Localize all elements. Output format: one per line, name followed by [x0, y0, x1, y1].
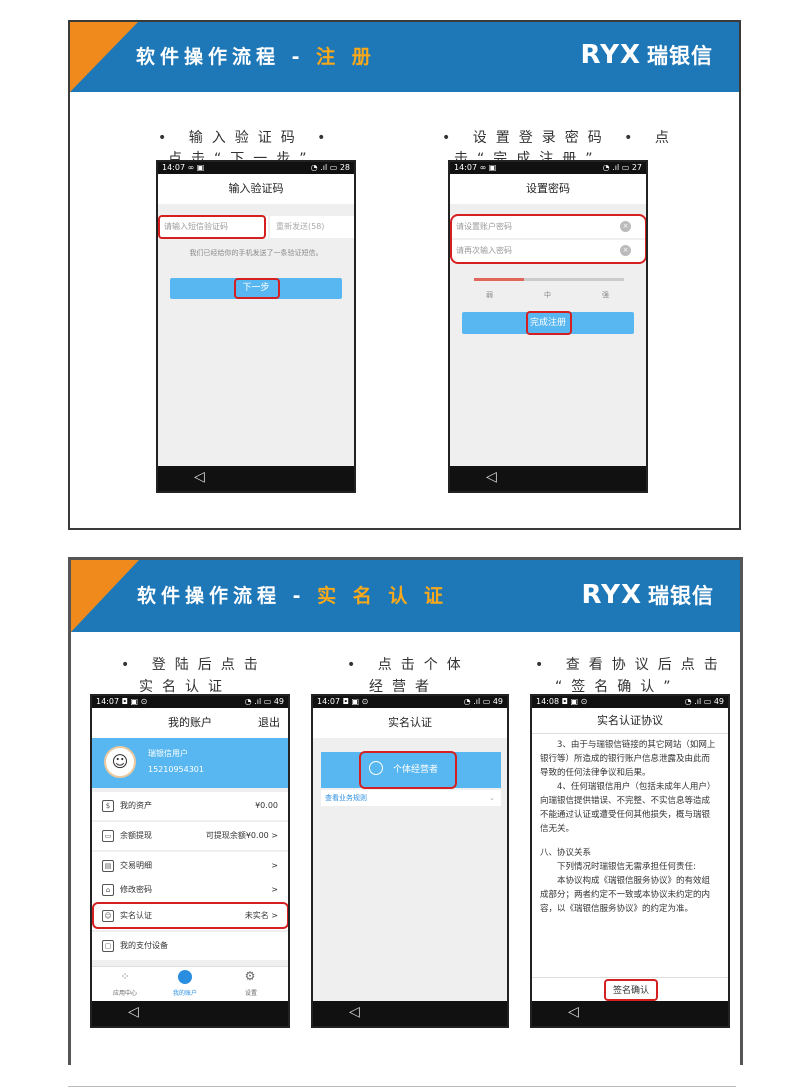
phone-my-account: 14:07 ◘ ▣ ⊙ ◔ .ıl ▭ 49 我的账户 退出 ☺ 瑞银信用户 15… [90, 694, 290, 1028]
header-accent-triangle [70, 22, 138, 92]
row-label: 我的支付设备 [120, 941, 168, 950]
phone-set-password: 14:07 ∞ ▣ ◔ .ıl ▭ 27 设置密码 请设置账户密码 × 请再次输入… [448, 160, 648, 493]
back-icon[interactable]: ◁ [568, 1004, 579, 1020]
bullet-login: • 登陆后点击 [121, 657, 267, 673]
avatar: ☺ [104, 746, 136, 778]
highlight-box [158, 215, 266, 239]
slide-header: 软件操作流程 - 实 名 认 证 RYX 瑞银信 [71, 560, 740, 632]
slide-header: 软件操作流程 - 注 册 RYX 瑞银信 [70, 22, 739, 92]
phone-verify-code: 14:07 ∞ ▣ ◔ .ıl ▭ 28 输入验证码 请输入短信验证码 重新发送(… [156, 160, 356, 493]
tab-my-account[interactable]: 我的账户 [164, 988, 206, 997]
tab-app-center[interactable]: 应用中心 [104, 988, 146, 997]
bullet-enter-code: • 输入验证码 • [158, 130, 335, 146]
account-menu-row[interactable]: ▭ 余额提现 可提现余额¥0.00 > [92, 822, 288, 850]
slide-real-name-auth: 软件操作流程 - 实 名 认 证 RYX 瑞银信 • 登陆后点击 实名认证 • 点… [68, 557, 743, 1065]
strength-weak-label: 弱 [486, 291, 493, 299]
android-nav-bar: ◁ [532, 1001, 728, 1026]
strength-fill [474, 278, 524, 281]
row-icon: ⌂ [102, 884, 114, 896]
sms-hint: 我们已经给你的手机发送了一条验证短信。 [189, 249, 323, 257]
page-title: 实名认证协议 [532, 708, 728, 734]
chevron-down-icon: ⌄ [489, 794, 495, 802]
row-icon: ▭ [102, 830, 114, 842]
bullet-set-password: • 设置登录密码 • 点 [442, 130, 678, 146]
back-icon[interactable]: ◁ [349, 1004, 360, 1020]
page-title: 输入验证码 [158, 174, 354, 204]
logout-button[interactable]: 退出 [258, 708, 280, 738]
ryx-logo: RYX 瑞银信 [581, 580, 714, 610]
back-icon[interactable]: ◁ [194, 469, 205, 485]
user-banner: ☺ 瑞银信用户 15210954301 [92, 738, 288, 788]
row-value: > [271, 885, 278, 894]
user-name: 瑞银信用户 [148, 749, 188, 758]
agreement-section-title: 八、协议关系 [540, 848, 592, 858]
bullet-sign: • 查看协议后点击 [535, 657, 727, 673]
account-menu-row[interactable]: $ 我的资产 ¥0.00 [92, 792, 288, 820]
slide-register: 软件操作流程 - 注 册 RYX 瑞银信 • 输入验证码 • 点击“下一步” • … [68, 20, 741, 530]
android-nav-bar: ◁ [313, 1001, 507, 1026]
strength-mid-label: 中 [544, 291, 551, 299]
slide-title: 软件操作流程 - 实 名 认 证 [137, 585, 448, 607]
page-rule [68, 1086, 736, 1087]
sign-confirm-button[interactable]: 签名确认 [604, 979, 658, 1001]
row-label: 我的资产 [120, 801, 152, 810]
highlight-box [234, 278, 280, 299]
android-nav-bar: ◁ [450, 466, 646, 491]
back-icon[interactable]: ◁ [486, 469, 497, 485]
row-icon: ▤ [102, 860, 114, 872]
apps-icon[interactable]: ⁘ [110, 970, 140, 983]
header-accent-triangle [71, 560, 139, 632]
account-icon[interactable] [178, 970, 192, 984]
android-nav-bar: ◁ [158, 466, 354, 491]
page-title: 设置密码 [450, 174, 646, 204]
row-icon: $ [102, 800, 114, 812]
agreement-paragraph: 下列情况时瑞银信无需承担任何责任: [557, 862, 696, 872]
gear-icon[interactable]: ⚙ [240, 969, 260, 983]
status-bar: 14:08 ◘ ▣ ⊙ ◔ .ıl ▭ 49 [532, 696, 728, 708]
strength-strong-label: 强 [602, 291, 609, 299]
ryx-logo: RYX 瑞银信 [580, 40, 713, 70]
account-menu-row[interactable]: ⌂ 修改密码 > [92, 876, 288, 904]
bullet-individual: • 点击个体 [347, 657, 470, 673]
slide-title: 软件操作流程 - 注 册 [136, 46, 376, 68]
status-bar: 14:07 ◘ ▣ ⊙ ◔ .ıl ▭ 49 [92, 696, 288, 708]
account-menu-row[interactable]: ▢ 我的支付设备 [92, 932, 288, 960]
android-nav-bar: ◁ [92, 1001, 288, 1026]
resend-button[interactable]: 重新发送(58) [270, 216, 354, 238]
highlight-box [526, 311, 572, 335]
tab-settings[interactable]: 设置 [230, 988, 272, 997]
phone-real-name: 14:07 ◘ ▣ ⊙ ◔ .ıl ▭ 49 实名认证 个体经营者 查看业务规则 … [311, 694, 509, 1028]
highlight-box [92, 902, 288, 929]
row-label: 修改密码 [120, 885, 152, 894]
status-bar: 14:07 ∞ ▣ ◔ .ıl ▭ 27 [450, 162, 646, 174]
highlight-box [359, 751, 457, 789]
agreement-paragraph: 4、任何瑞银信用户（包括未成年人用户）向瑞银信提供错误、不完整、不实信息等造成不… [540, 782, 716, 834]
bottom-tab-bar: ⁘ 应用中心 我的账户 ⚙ 设置 [92, 966, 288, 1002]
row-icon: ▢ [102, 940, 114, 952]
row-value: 可提现余额¥0.00 > [205, 831, 278, 840]
agreement-text[interactable]: 3、由于与瑞银信链接的其它网站（如网上银行等）所造成的银行账户信息泄露及由此而导… [540, 738, 718, 916]
status-bar: 14:07 ◘ ▣ ⊙ ◔ .ıl ▭ 49 [313, 696, 507, 708]
phone-agreement: 14:08 ◘ ▣ ⊙ ◔ .ıl ▭ 49 实名认证协议 3、由于与瑞银信链接的… [530, 694, 730, 1028]
row-label: 余额提现 [120, 831, 152, 840]
agreement-paragraph: 3、由于与瑞银信链接的其它网站（如网上银行等）所造成的银行账户信息泄露及由此而导… [540, 740, 716, 778]
row-value: ¥0.00 [255, 801, 278, 810]
status-bar: 14:07 ∞ ▣ ◔ .ıl ▭ 28 [158, 162, 354, 174]
highlight-box [450, 214, 646, 264]
agreement-paragraph: 本协议构成《瑞银信服务协议》的有效组成部分；两者约定不一致或本协议未约定的内容，… [540, 876, 711, 914]
page-title: 实名认证 [313, 708, 507, 738]
back-icon[interactable]: ◁ [128, 1004, 139, 1020]
user-phone: 15210954301 [148, 765, 204, 774]
business-rules-link[interactable]: 查看业务规则 ⌄ [321, 790, 501, 806]
